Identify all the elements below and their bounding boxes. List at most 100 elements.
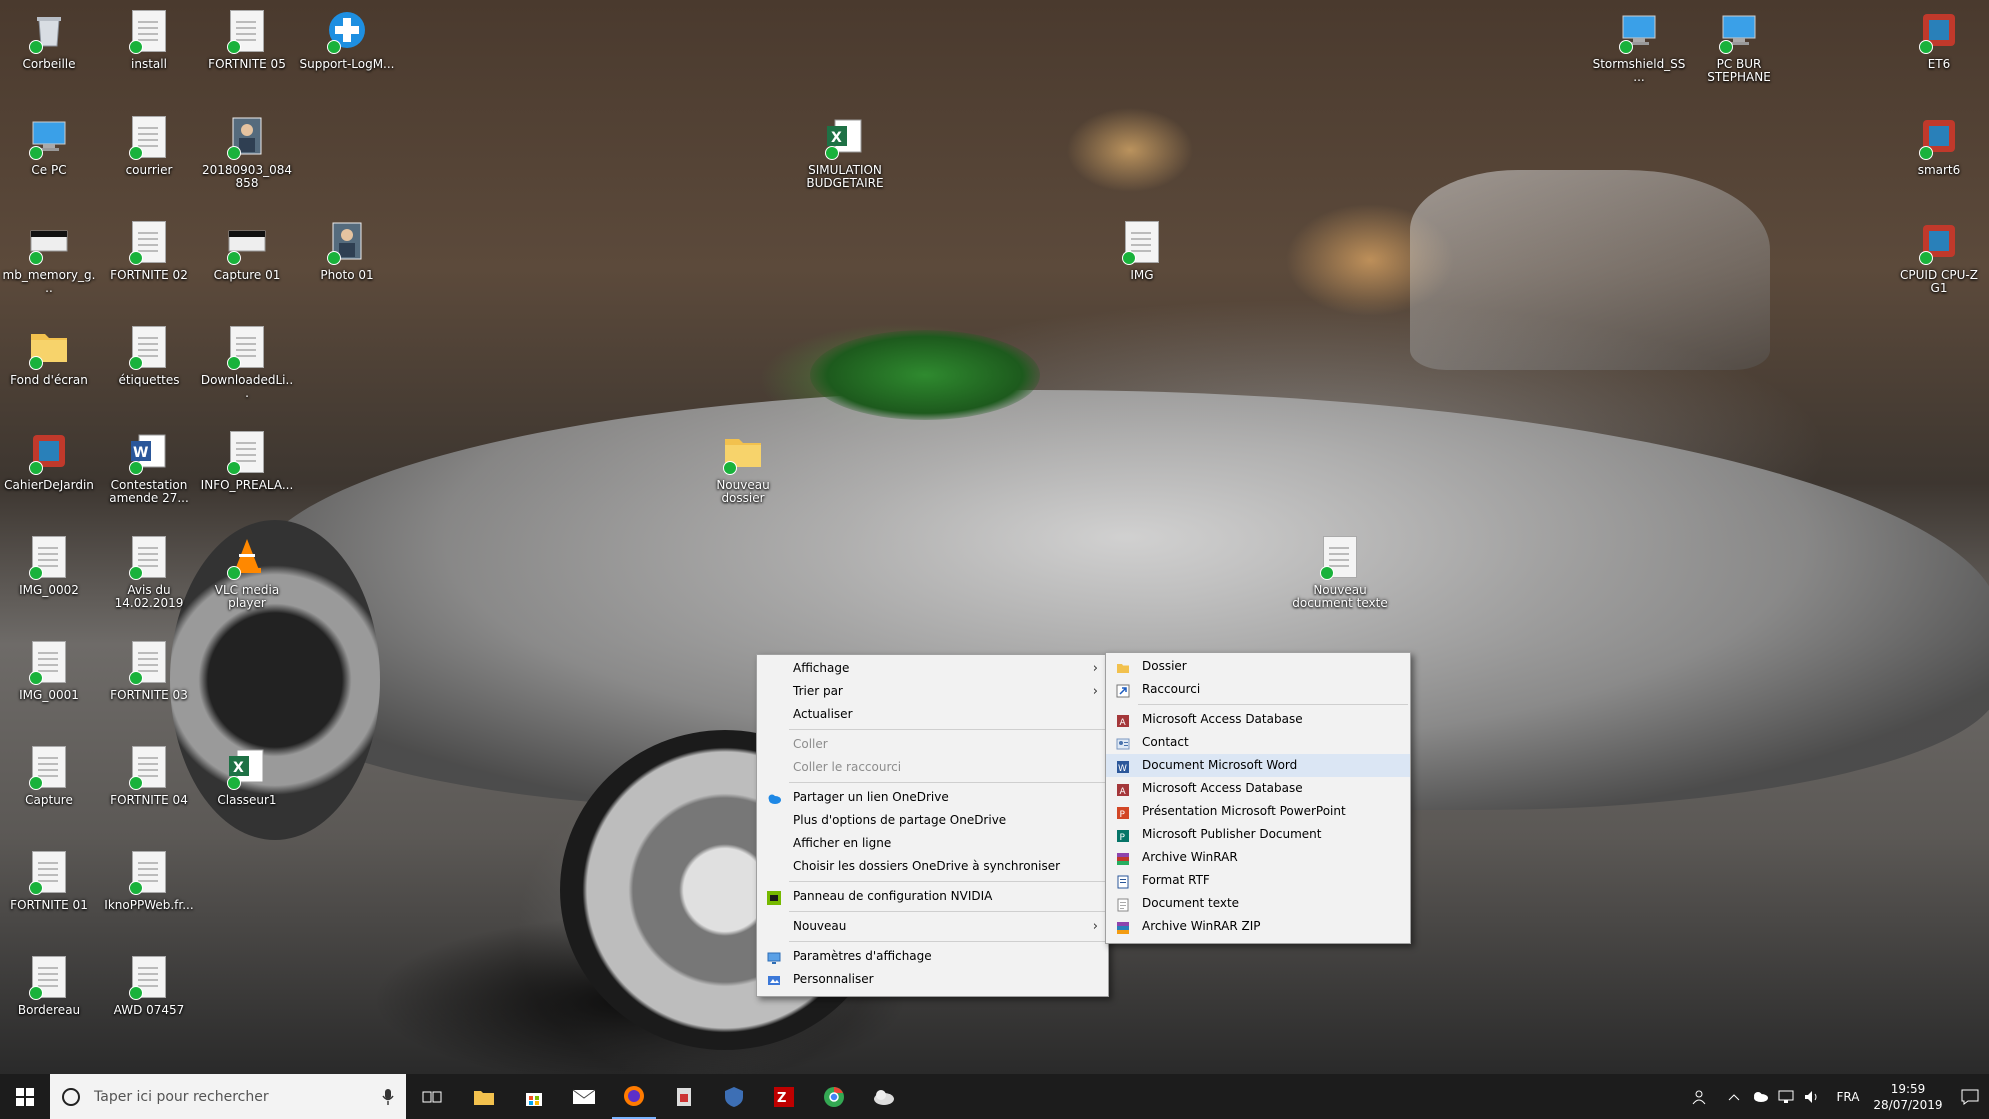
- menu-item-affichage[interactable]: Affichage ›: [757, 657, 1108, 680]
- desktop-icon[interactable]: IMG_0002: [4, 530, 94, 630]
- start-button[interactable]: [0, 1074, 50, 1119]
- menu-item-label: Personnaliser: [793, 972, 874, 986]
- desktop-icon[interactable]: Photo 01: [302, 215, 392, 315]
- microphone-icon[interactable]: [382, 1088, 394, 1106]
- desktop-icon[interactable]: IMG: [1097, 215, 1187, 315]
- desktop-icon[interactable]: Ce PC: [4, 110, 94, 210]
- menu-item-panneau-de-configuration-nvidia[interactable]: Panneau de configuration NVIDIA: [757, 885, 1108, 908]
- menu-item-presentation-microsoft-powerpoint[interactable]: P Présentation Microsoft PowerPoint: [1106, 800, 1410, 823]
- network-tray-button[interactable]: [1774, 1074, 1798, 1119]
- action-center-button[interactable]: [1950, 1074, 1989, 1119]
- desktop-icon[interactable]: FORTNITE 02: [104, 215, 194, 315]
- desktop-icon[interactable]: X SIMULATION BUDGETAIRE: [800, 110, 890, 210]
- sync-status-icon: [29, 986, 43, 1000]
- menu-item-dossier[interactable]: Dossier: [1106, 655, 1410, 678]
- desktop-icon[interactable]: Nouveau document texte: [1292, 530, 1388, 630]
- desktop-wallpaper[interactable]: Corbeille install FORTNITE 05 Support-LogM.…: [0, 0, 1989, 1074]
- desktop-icon[interactable]: X Classeur1: [202, 740, 292, 840]
- desktop-icon[interactable]: Capture: [4, 740, 94, 840]
- desktop-icon[interactable]: Nouveau dossier: [698, 425, 788, 525]
- word-icon: W: [1116, 759, 1130, 774]
- menu-item-raccourci[interactable]: Raccourci: [1106, 678, 1410, 701]
- app-taskbar-button-2[interactable]: [712, 1074, 756, 1119]
- sync-status-icon: [1320, 566, 1334, 580]
- desktop-icon[interactable]: CahierDeJardin: [4, 425, 94, 525]
- chrome-taskbar-button[interactable]: [812, 1074, 856, 1119]
- menu-item-microsoft-access-database[interactable]: A Microsoft Access Database: [1106, 777, 1410, 800]
- menu-item-trier-par[interactable]: Trier par ›: [757, 680, 1108, 703]
- svg-text:W: W: [133, 445, 148, 461]
- desktop-icon[interactable]: Avis du 14.02.2019: [104, 530, 194, 630]
- menu-item-label: Dossier: [1142, 659, 1187, 673]
- chrome-icon: [824, 1086, 844, 1107]
- store-taskbar-button[interactable]: [512, 1074, 556, 1119]
- menu-item-microsoft-access-database[interactable]: A Microsoft Access Database: [1106, 708, 1410, 731]
- desktop-icon[interactable]: CPUID CPU-Z G1: [1894, 215, 1984, 315]
- desktop-icon[interactable]: VLC media player: [202, 530, 292, 630]
- desktop-icon[interactable]: FORTNITE 04: [104, 740, 194, 840]
- desktop-icon[interactable]: courrier: [104, 110, 194, 210]
- file-explorer-taskbar-button[interactable]: [462, 1074, 506, 1119]
- desktop-icon[interactable]: AWD 07457: [104, 950, 194, 1050]
- desktop-icon[interactable]: DownloadedLi...: [201, 320, 293, 420]
- menu-item-contact[interactable]: Contact: [1106, 731, 1410, 754]
- onedrive-tray-button[interactable]: [1748, 1074, 1772, 1119]
- desktop-icon[interactable]: Bordereau: [4, 950, 94, 1050]
- menu-item-archive-winrar-zip[interactable]: Archive WinRAR ZIP: [1106, 915, 1410, 938]
- task-view-button[interactable]: [410, 1074, 454, 1119]
- desktop-icon[interactable]: Stormshield_SS...: [1593, 4, 1685, 104]
- desktop-icon[interactable]: INFO_PREALA...: [201, 425, 293, 525]
- clock[interactable]: 19:59 28/07/2019: [1866, 1074, 1950, 1119]
- menu-item-parametres-d-affichage[interactable]: Paramètres d'affichage: [757, 945, 1108, 968]
- menu-item-format-rtf[interactable]: Format RTF: [1106, 869, 1410, 892]
- doc-icon: [129, 641, 169, 685]
- desktop-icon-label: Nouveau dossier: [716, 478, 770, 505]
- menu-item-partager-un-lien-onedrive[interactable]: Partager un lien OneDrive: [757, 786, 1108, 809]
- menu-item-afficher-en-ligne[interactable]: Afficher en ligne: [757, 832, 1108, 855]
- desktop-icon[interactable]: FORTNITE 05: [202, 4, 292, 104]
- sync-status-icon: [129, 566, 143, 580]
- filezilla-taskbar-button[interactable]: Z: [762, 1074, 806, 1119]
- desktop-icon[interactable]: FORTNITE 01: [4, 845, 94, 945]
- publisher-icon: P: [1116, 828, 1130, 843]
- app-taskbar-button-1[interactable]: [662, 1074, 706, 1119]
- show-hidden-icons-button[interactable]: [1722, 1074, 1746, 1119]
- desktop-icon[interactable]: smart6: [1894, 110, 1984, 210]
- menu-item-document-texte[interactable]: Document texte: [1106, 892, 1410, 915]
- volume-tray-button[interactable]: [1800, 1074, 1824, 1119]
- sync-status-icon: [723, 461, 737, 475]
- taskbar-search-box[interactable]: Taper ici pour rechercher: [50, 1074, 406, 1119]
- desktop-icon[interactable]: PC BUR STEPHANE: [1694, 4, 1784, 104]
- desktop-icon[interactable]: ET6: [1894, 4, 1984, 104]
- desktop-icon[interactable]: IMG_0001: [4, 635, 94, 735]
- desktop-icon[interactable]: Support-LogM...: [300, 4, 395, 104]
- menu-item-label: Raccourci: [1142, 682, 1201, 696]
- menu-item-choisir-les-dossiers-onedrive-a-synchroniser[interactable]: Choisir les dossiers OneDrive à synchron…: [757, 855, 1108, 878]
- firefox-taskbar-button[interactable]: [612, 1074, 656, 1119]
- desktop-icon[interactable]: W Contestation amende 27...: [104, 425, 194, 525]
- desktop-icon[interactable]: install: [104, 4, 194, 104]
- desktop-icon[interactable]: Fond d'écran: [4, 320, 94, 420]
- shortcut-icon: [1116, 683, 1130, 698]
- menu-item-document-microsoft-word[interactable]: W Document Microsoft Word: [1106, 754, 1410, 777]
- desktop-icon[interactable]: FORTNITE 03: [104, 635, 194, 735]
- menu-item-microsoft-publisher-document[interactable]: P Microsoft Publisher Document: [1106, 823, 1410, 846]
- desktop-icon-label: SIMULATION BUDGETAIRE: [806, 163, 884, 190]
- desktop-icon[interactable]: étiquettes: [104, 320, 194, 420]
- sync-status-icon: [29, 356, 43, 370]
- menu-item-plus-d-options-de-partage-onedrive[interactable]: Plus d'options de partage OneDrive: [757, 809, 1108, 832]
- desktop-icon[interactable]: IknoPPWeb.fr...: [104, 845, 194, 945]
- menu-item-nouveau[interactable]: Nouveau ›: [757, 915, 1108, 938]
- app-taskbar-button-3[interactable]: [862, 1074, 906, 1119]
- desktop-icon[interactable]: Capture 01: [202, 215, 292, 315]
- sync-status-icon: [29, 40, 43, 54]
- menu-item-actualiser[interactable]: Actualiser: [757, 703, 1108, 726]
- people-button[interactable]: [1684, 1074, 1714, 1119]
- menu-item-archive-winrar[interactable]: Archive WinRAR: [1106, 846, 1410, 869]
- desktop-icon[interactable]: 20180903_084858: [202, 110, 292, 210]
- mail-taskbar-button[interactable]: [562, 1074, 606, 1119]
- desktop-icon[interactable]: mb_memory_g...: [3, 215, 95, 315]
- language-indicator[interactable]: FRA: [1828, 1074, 1868, 1119]
- menu-item-personnaliser[interactable]: Personnaliser: [757, 968, 1108, 991]
- desktop-icon[interactable]: Corbeille: [4, 4, 94, 104]
